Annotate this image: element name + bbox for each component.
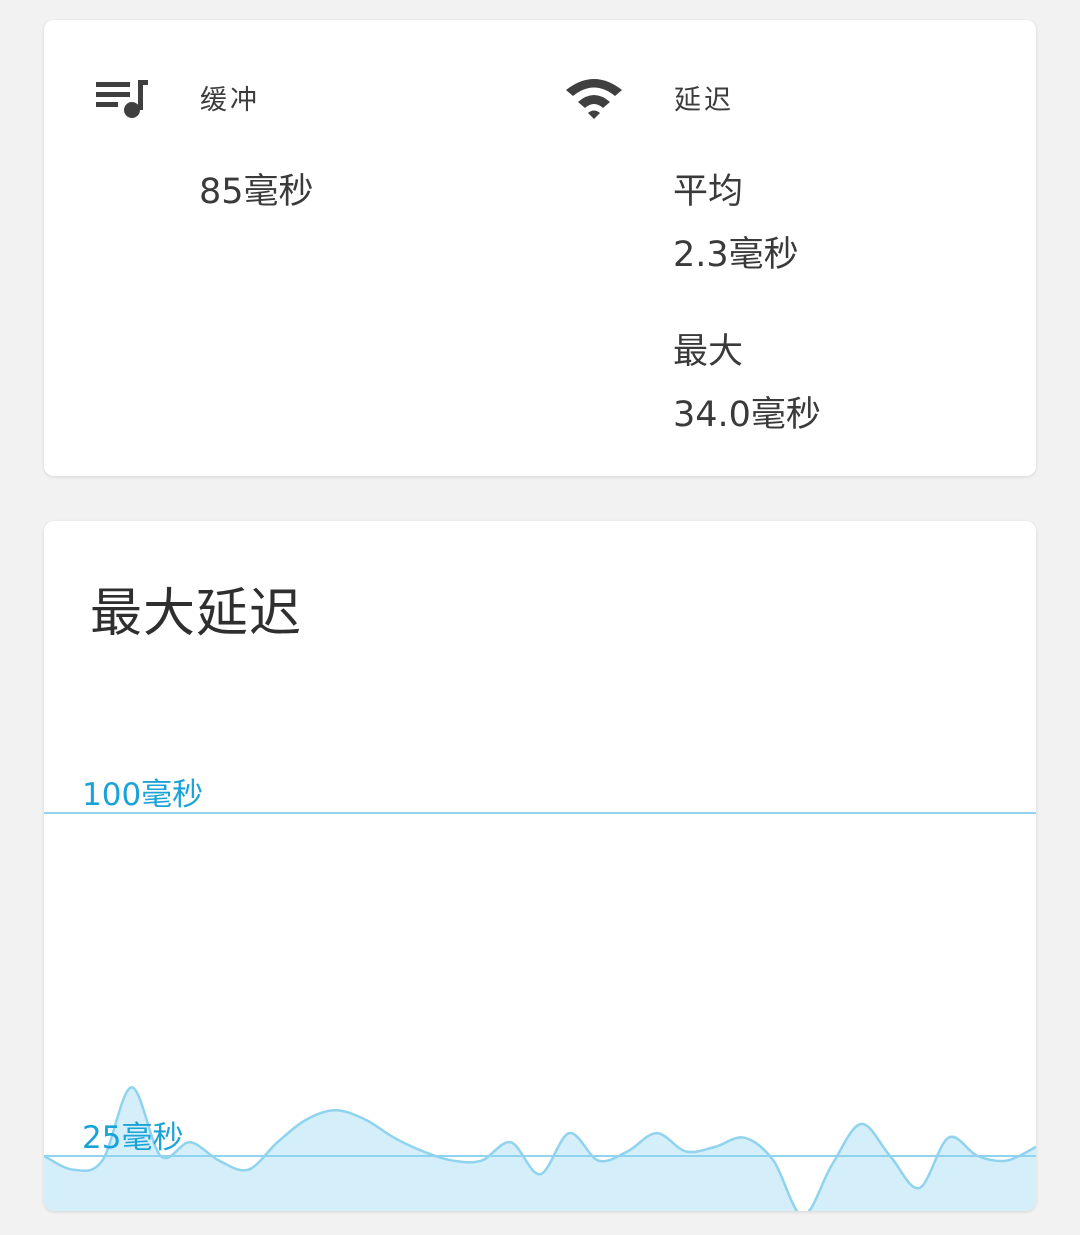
- reference-label-100: 100毫秒: [82, 777, 203, 813]
- stats-card: 缓冲 85毫秒 延迟 平均 2.3毫秒 最大 34.0毫秒: [44, 20, 1036, 476]
- average-latency-label: 平均: [673, 172, 744, 212]
- latency-area-fill: [44, 1087, 1036, 1211]
- chart-title: 最大延迟: [90, 584, 303, 644]
- buffer-value: 85毫秒: [199, 172, 314, 212]
- playlist-music-icon: [94, 76, 152, 120]
- reference-label-25: 25毫秒: [82, 1120, 183, 1156]
- max-latency-label: 最大: [673, 332, 744, 372]
- max-latency-chart-card: 100毫秒 25毫秒 最大延迟: [44, 521, 1036, 1211]
- buffer-label: 缓冲: [200, 85, 260, 116]
- max-latency-value: 34.0毫秒: [673, 395, 821, 435]
- average-latency-value: 2.3毫秒: [673, 235, 799, 275]
- wifi-icon: [562, 74, 626, 122]
- latency-label: 延迟: [674, 85, 734, 116]
